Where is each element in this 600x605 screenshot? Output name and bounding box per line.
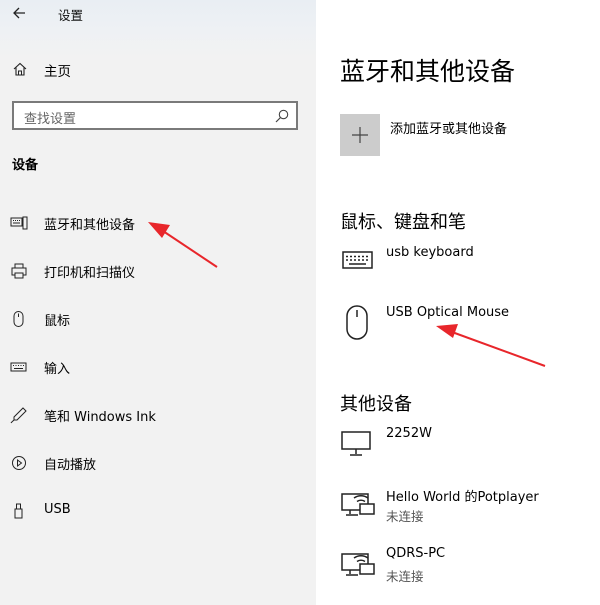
sidebar-item-label: USB [44, 502, 71, 517]
device-status: 未连接 [386, 509, 424, 524]
search-icon[interactable] [274, 108, 290, 124]
media-device-icon [341, 553, 375, 576]
device-name: USB Optical Mouse [386, 305, 510, 320]
device-hello-world-potplayer[interactable]: Hello World 的Potplayer 未连接 [340, 486, 590, 534]
bluetooth-devices-icon [10, 216, 28, 230]
monitor-icon [341, 431, 371, 456]
page-title: 蓝牙和其他设备 [340, 57, 516, 86]
back-arrow-icon [13, 7, 25, 19]
sidebar-item-label: 笔和 Windows Ink [44, 410, 156, 425]
search-input[interactable]: 查找设置 [12, 101, 298, 130]
device-name: 2252W [386, 426, 432, 441]
device-status: 未连接 [386, 569, 424, 584]
search-placeholder: 查找设置 [24, 112, 77, 127]
title-bar: 设置 [0, 0, 316, 30]
sidebar-item-printers[interactable]: 打印机和扫描仪 [10, 257, 300, 285]
home-nav-item[interactable]: 主页 [10, 58, 290, 82]
sidebar-item-autoplay[interactable]: 自动播放 [10, 449, 300, 477]
add-device-label[interactable]: 添加蓝牙或其他设备 [390, 118, 507, 137]
sidebar: 设置 主页 查找设置 设备 蓝牙和其他设备 打印机和扫描仪 鼠标 输入 笔和 W… [0, 0, 316, 605]
home-icon [13, 62, 27, 76]
pen-icon [10, 407, 27, 424]
device-name: usb keyboard [386, 245, 474, 260]
mouse-icon [13, 311, 24, 327]
section-label-devices: 设备 [12, 158, 39, 173]
back-button[interactable] [10, 3, 30, 23]
sidebar-item-label: 自动播放 [44, 458, 97, 473]
window-title: 设置 [58, 8, 84, 23]
usb-icon [14, 503, 23, 519]
device-name: QDRS-PC [386, 546, 446, 561]
sidebar-item-label: 鼠标 [44, 314, 71, 329]
device-usb-optical-mouse[interactable]: USB Optical Mouse [340, 305, 590, 353]
device-2252w[interactable]: 2252W [340, 426, 590, 474]
sidebar-item-label: 蓝牙和其他设备 [44, 218, 136, 233]
device-name: Hello World 的Potplayer [386, 490, 539, 505]
printer-icon [11, 263, 27, 279]
sidebar-item-typing[interactable]: 输入 [10, 353, 300, 381]
sidebar-item-label: 打印机和扫描仪 [44, 266, 136, 281]
media-device-icon [341, 493, 375, 516]
sidebar-item-pen[interactable]: 笔和 Windows Ink [10, 401, 300, 429]
keyboard-icon [10, 362, 27, 372]
add-device-button[interactable] [340, 114, 380, 156]
device-qdrs-pc[interactable]: QDRS-PC 未连接 [340, 546, 590, 594]
plus-icon [352, 127, 368, 143]
keyboard-icon [342, 251, 373, 269]
sidebar-item-label: 输入 [44, 362, 71, 377]
device-usb-keyboard[interactable]: usb keyboard [340, 245, 590, 293]
sidebar-item-mouse[interactable]: 鼠标 [10, 305, 300, 333]
main-content: 蓝牙和其他设备 添加蓝牙或其他设备 鼠标、键盘和笔 usb keyboard U… [316, 0, 600, 605]
sidebar-item-usb[interactable]: USB [10, 497, 300, 525]
section-heading-mouse-keyboard: 鼠标、键盘和笔 [340, 212, 466, 233]
sidebar-item-bluetooth[interactable]: 蓝牙和其他设备 [10, 209, 300, 237]
autoplay-icon [12, 456, 26, 470]
home-label: 主页 [44, 64, 71, 80]
mouse-icon [346, 305, 368, 340]
section-heading-other-devices: 其他设备 [340, 394, 412, 415]
